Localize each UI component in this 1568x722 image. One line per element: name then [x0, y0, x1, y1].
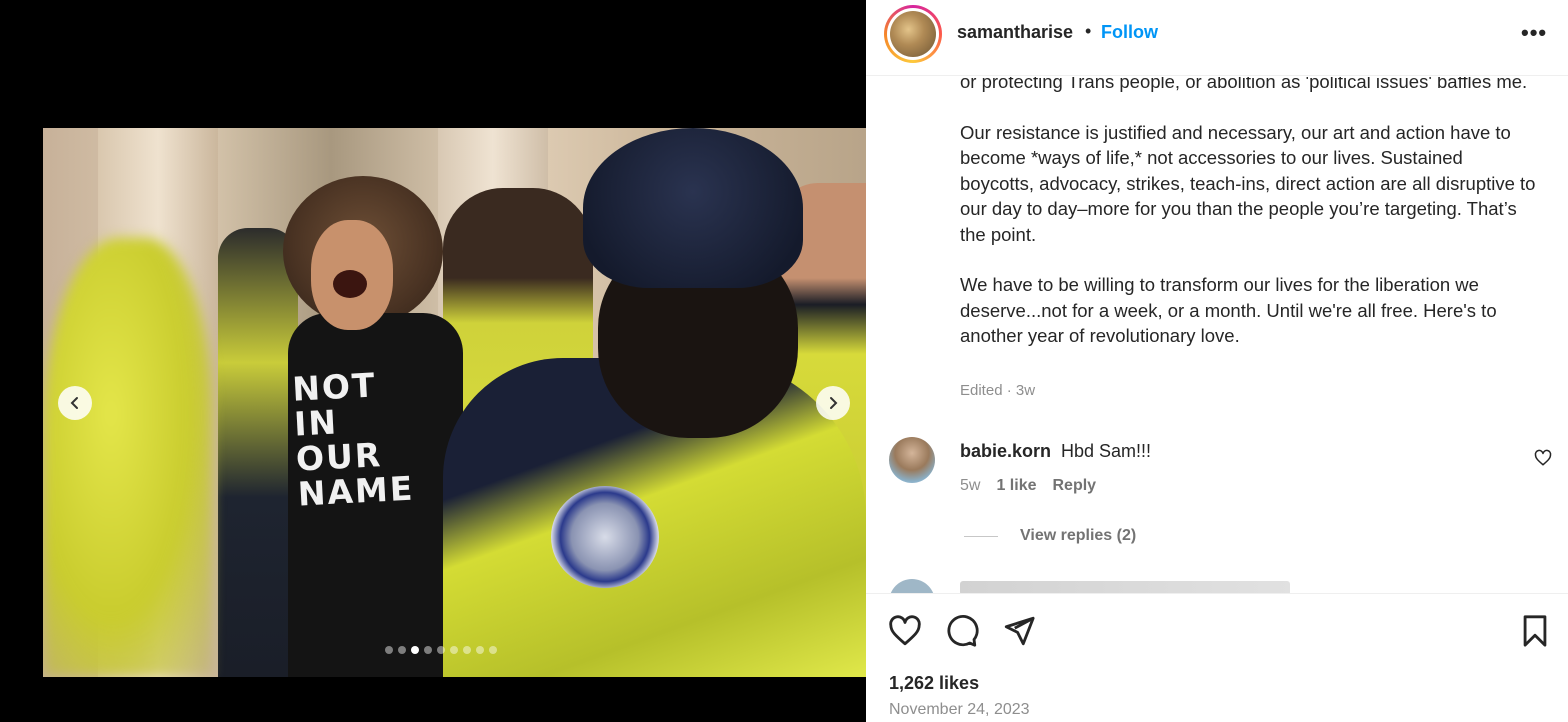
officer-background — [218, 228, 298, 677]
more-options-icon[interactable]: ••• — [1521, 20, 1547, 46]
edited-timestamp: Edited · 3w — [960, 382, 1036, 399]
replies-divider — [964, 535, 998, 537]
carousel-prev-button[interactable] — [58, 386, 92, 420]
commenter-avatar[interactable] — [889, 437, 935, 483]
post-caption: or protecting Trans people, or abolition… — [960, 77, 1540, 374]
post-photo: NOT IN OUR NAME — [43, 128, 866, 677]
carousel-dot — [476, 646, 484, 654]
comment-text-partial — [960, 581, 1290, 593]
protester-mouth — [333, 270, 367, 298]
view-replies-label: View replies (2) — [1020, 527, 1137, 544]
author-avatar[interactable] — [884, 5, 942, 63]
caption-paragraph: We have to be willing to transform our l… — [960, 274, 1497, 346]
police-patch — [551, 486, 659, 588]
carousel-indicator — [385, 646, 497, 654]
shirt-slogan: NOT IN OUR NAME — [291, 364, 438, 514]
comments-scroll-area[interactable]: or protecting Trans people, or abolition… — [866, 77, 1568, 593]
carousel-dot — [463, 646, 471, 654]
carousel-dot — [489, 646, 497, 654]
comment-age: 5w — [960, 477, 981, 494]
separator-dot: • — [1085, 21, 1092, 41]
heart-icon[interactable] — [888, 614, 922, 648]
commenter-username[interactable]: babie.korn — [960, 441, 1051, 462]
author-username[interactable]: samantharise — [957, 22, 1073, 43]
comment-meta: 5w 1 like Reply — [960, 477, 1096, 495]
commenter-avatar[interactable] — [889, 579, 935, 593]
chevron-right-icon — [830, 397, 838, 409]
carousel-dot — [385, 646, 393, 654]
caption-paragraph: or protecting Trans people, or abolition… — [960, 77, 1528, 92]
comment-text: Hbd Sam!!! — [1061, 441, 1152, 461]
carousel-dot — [398, 646, 406, 654]
post-side-panel: samantharise • Follow ••• or protecting … — [866, 0, 1568, 722]
shirt-line: NAME — [296, 468, 416, 514]
follow-button[interactable]: Follow — [1101, 22, 1158, 43]
view-replies-button[interactable]: View replies (2) — [964, 527, 1136, 545]
likes-count[interactable]: 1,262 likes — [889, 673, 979, 694]
carousel-dot — [411, 646, 419, 654]
chevron-left-icon — [70, 397, 78, 409]
media-pane: NOT IN OUR NAME — [0, 0, 866, 722]
carousel-next-button[interactable] — [816, 386, 850, 420]
post-modal: NOT IN OUR NAME samantharise • Follow ••… — [0, 0, 1568, 722]
post-header: samantharise • Follow ••• — [866, 0, 1568, 76]
bookmark-icon[interactable] — [1518, 614, 1552, 648]
share-icon[interactable] — [1002, 614, 1036, 648]
caption-paragraph: Our resistance is justified and necessar… — [960, 121, 1536, 245]
officer-cap — [583, 128, 803, 288]
action-bar — [866, 593, 1568, 668]
carousel-dot — [424, 646, 432, 654]
carousel-dot — [437, 646, 445, 654]
shirt-line: NOT IN — [291, 365, 378, 444]
foreground-blur — [43, 238, 213, 677]
comment-likes[interactable]: 1 like — [996, 477, 1036, 495]
post-date: November 24, 2023 — [889, 701, 1030, 718]
comment-icon[interactable] — [945, 614, 979, 648]
heart-icon[interactable] — [1534, 449, 1552, 467]
reply-button[interactable]: Reply — [1052, 477, 1096, 495]
carousel-dot — [450, 646, 458, 654]
